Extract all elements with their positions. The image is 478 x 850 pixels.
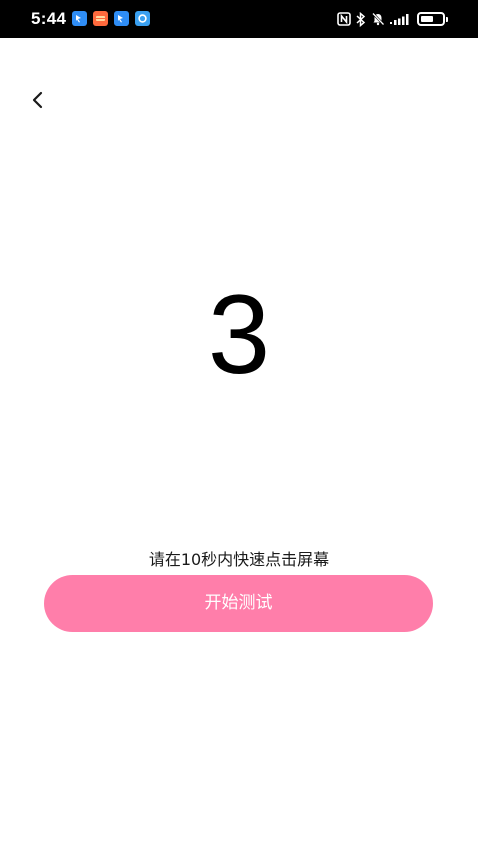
app-blue-icon: [72, 11, 87, 26]
chevron-left-icon: [32, 91, 43, 109]
app-orange-icon: [93, 11, 108, 26]
mute-icon: [372, 12, 385, 26]
instruction-text: 请在10秒内快速点击屏幕: [148, 550, 330, 569]
status-bar: 5:44: [0, 0, 478, 38]
battery-icon: [417, 12, 448, 26]
system-icons: [337, 10, 448, 28]
bluetooth-icon: [356, 11, 366, 27]
signal-icon: [390, 14, 409, 25]
notification-icons: [72, 11, 150, 26]
countdown-number: 3: [207, 272, 271, 397]
start-test-button[interactable]: 开始测试: [44, 575, 433, 632]
status-time: 5:44: [31, 9, 67, 28]
app-blue-icon: [114, 11, 129, 26]
app-blue-round-icon: [135, 11, 150, 26]
nfc-icon: [337, 12, 351, 26]
back-button[interactable]: [26, 88, 50, 112]
